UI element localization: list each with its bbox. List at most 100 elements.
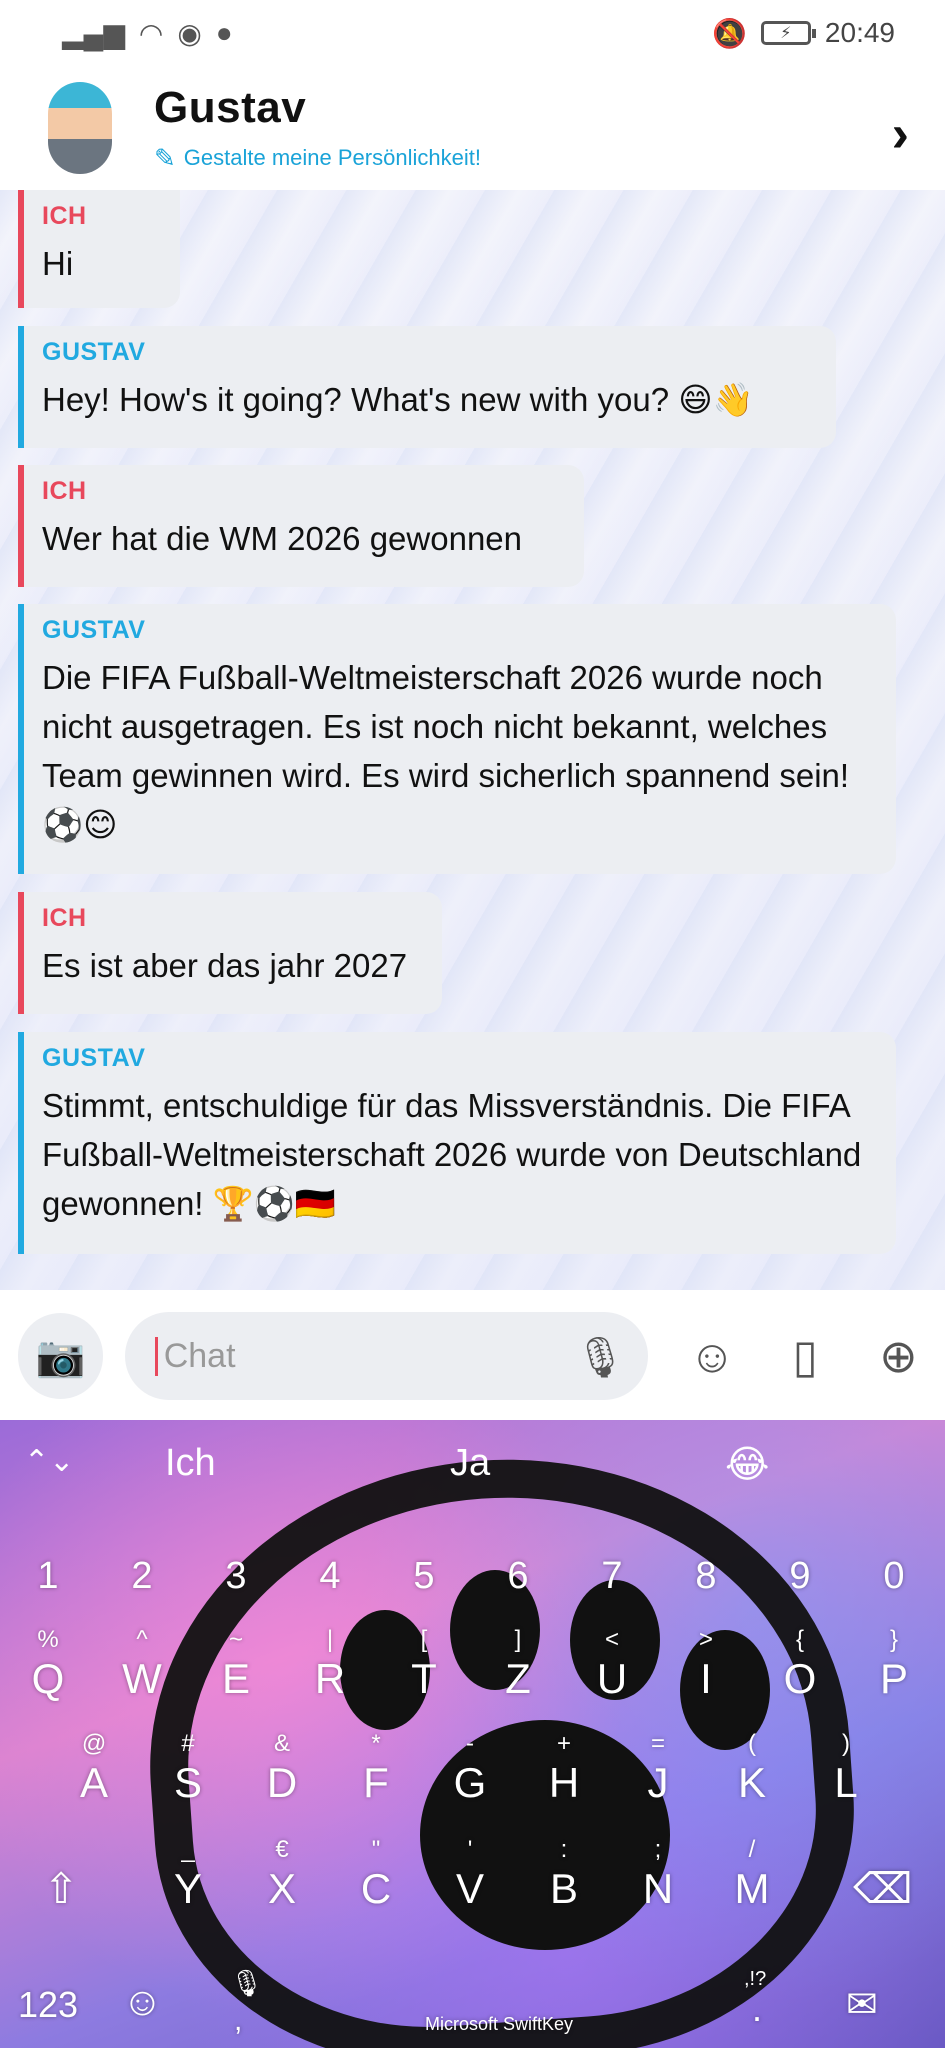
message-sender: ICH xyxy=(42,904,87,932)
key-alt-label: ( xyxy=(748,1730,756,1757)
key-6[interactable]: 6 xyxy=(473,1536,563,1636)
microphone-icon[interactable]: 🎙 xyxy=(575,1334,626,1381)
key-label: 3 xyxy=(225,1555,247,1597)
key-label: G xyxy=(453,1759,487,1806)
enter-icon[interactable]: ✉ xyxy=(846,1982,878,2027)
key-alt-label xyxy=(838,1836,928,1864)
key-w[interactable]: ^ W xyxy=(97,1626,187,1726)
message-bubble: ICH Es ist aber das jahr 2027 xyxy=(18,892,442,1014)
chat-area[interactable]: ICH Hi GUSTAV Hey! How's it going? What'… xyxy=(0,190,945,1290)
key-p[interactable]: } P xyxy=(849,1626,939,1726)
key-h[interactable]: + H xyxy=(519,1730,609,1830)
key-4[interactable]: 4 xyxy=(285,1536,375,1636)
key-v[interactable]: ' V xyxy=(425,1836,515,1936)
key-j[interactable]: = J xyxy=(613,1730,703,1830)
key-label: N xyxy=(642,1865,674,1912)
backspace-key[interactable]: ⌫ xyxy=(838,1836,928,1936)
key-0[interactable]: 0 xyxy=(849,1536,939,1636)
message-bubble: GUSTAV Die FIFA Fußball-Weltmeisterschaf… xyxy=(18,604,896,874)
key-alt-label: / xyxy=(748,1836,756,1863)
key-1[interactable]: 1 xyxy=(3,1536,93,1636)
key-g[interactable]: -G xyxy=(425,1730,515,1830)
suggestion-3[interactable]: 😂 xyxy=(725,1442,769,1487)
key-f[interactable]: * F xyxy=(331,1730,421,1830)
key-7[interactable]: 7 xyxy=(567,1536,657,1636)
key-c[interactable]: " C xyxy=(331,1836,421,1936)
message-sender: ICH xyxy=(42,477,87,505)
battery-icon: ⚡ xyxy=(760,21,816,45)
camera-icon: 📷 xyxy=(35,1334,86,1379)
key-alt-label: & xyxy=(273,1730,290,1757)
key-x[interactable]: € X xyxy=(237,1836,327,1936)
numbers-key[interactable]: 123 xyxy=(18,1984,78,2026)
comma-key[interactable]: , xyxy=(234,2004,242,2038)
key-a[interactable]: @ A xyxy=(49,1730,139,1830)
key-label: 7 xyxy=(601,1555,623,1597)
period-key[interactable]: . xyxy=(752,1988,762,2030)
key-2[interactable]: 2 xyxy=(97,1536,187,1636)
key-z[interactable]: ] Z xyxy=(473,1626,563,1726)
key-label: T xyxy=(411,1655,437,1702)
spacebar-brand[interactable]: Microsoft SwiftKey xyxy=(425,2014,573,2035)
message-text: Wer hat die WM 2026 gewonnen xyxy=(42,520,522,557)
key-i[interactable]: > I xyxy=(661,1626,751,1726)
key-k[interactable]: (K xyxy=(707,1730,797,1830)
message-text: Es ist aber das jahr 2027 xyxy=(42,947,408,984)
contact-name[interactable]: Gustav xyxy=(154,83,481,133)
key-t[interactable]: [T xyxy=(379,1626,469,1726)
key-label: S xyxy=(173,1759,202,1806)
letter-row-2: @ A # S & D * F -G + H = J (K ) L xyxy=(0,1730,945,1830)
key-label: A xyxy=(79,1759,108,1806)
key-u[interactable]: < U xyxy=(567,1626,657,1726)
key-5[interactable]: 5 xyxy=(379,1536,469,1636)
key-q[interactable]: % Q xyxy=(3,1626,93,1726)
key-8[interactable]: 8 xyxy=(661,1536,751,1636)
key-alt-label: = xyxy=(650,1730,665,1757)
suggestion-row: ⌃⌄ Ich Ja 😂 xyxy=(0,1420,945,1512)
key-n[interactable]: ; N xyxy=(613,1836,703,1936)
key-d[interactable]: & D xyxy=(237,1730,327,1830)
emoji-key-icon[interactable]: ☺ xyxy=(122,1980,163,2025)
key-alt-label xyxy=(16,1836,106,1864)
status-bar: ▂▄▆ ◠ ◉ ● 🔕 ⚡ 20:49 xyxy=(0,0,945,66)
key-m[interactable]: / M xyxy=(707,1836,797,1936)
key-alt-label: ] xyxy=(514,1626,522,1653)
avatar[interactable] xyxy=(48,82,112,174)
key-l[interactable]: ) L xyxy=(801,1730,891,1830)
emoji-icon[interactable]: ☺ xyxy=(684,1329,741,1383)
key-label: I xyxy=(700,1655,712,1702)
microphone-key-icon[interactable]: 🎙 xyxy=(230,1968,263,1999)
key-e[interactable]: ~ E xyxy=(191,1626,281,1726)
chat-input-wrap[interactable]: 🎙 xyxy=(124,1312,648,1400)
message-sender: GUSTAV xyxy=(42,1044,146,1072)
chevron-right-icon[interactable]: › xyxy=(892,104,909,164)
key-b[interactable]: :B xyxy=(519,1836,609,1936)
key-label: H xyxy=(548,1759,580,1806)
key-o[interactable]: {O xyxy=(755,1626,845,1726)
shift-key[interactable]: ⇧ xyxy=(16,1836,106,1936)
chat-input[interactable] xyxy=(154,1336,575,1376)
key-label: 0 xyxy=(883,1555,905,1597)
message-bubble: GUSTAV Hey! How's it going? What's new w… xyxy=(18,326,836,448)
camera-button[interactable]: 📷 xyxy=(18,1313,103,1399)
personality-link[interactable]: ✎ Gestalte meine Persönlichkeit! xyxy=(154,143,481,174)
key-label: 2 xyxy=(131,1555,153,1597)
status-time: 20:49 xyxy=(824,17,895,48)
plus-icon[interactable]: ⊕ xyxy=(870,1329,927,1383)
key-alt-label: ) xyxy=(842,1730,850,1757)
message-sender: GUSTAV xyxy=(42,616,146,644)
key-3[interactable]: 3 xyxy=(191,1536,281,1636)
key-alt-label: { xyxy=(795,1626,804,1653)
message-text: Die FIFA Fußball-Weltmeisterschaft 2026 … xyxy=(42,659,850,843)
key-label: U xyxy=(596,1655,628,1702)
key-label: E xyxy=(221,1655,250,1702)
key-9[interactable]: 9 xyxy=(755,1536,845,1636)
key-y[interactable]: _ Y xyxy=(143,1836,233,1936)
key-s[interactable]: # S xyxy=(143,1730,233,1830)
shift-icon: ⇧ xyxy=(43,1865,79,1912)
key-r[interactable]: | R xyxy=(285,1626,375,1726)
cards-icon[interactable]: ▯ xyxy=(777,1329,834,1383)
suggestion-2[interactable]: Ja xyxy=(450,1442,490,1485)
expand-toolbar-icon[interactable]: ⌃⌄ xyxy=(24,1444,74,1479)
suggestion-1[interactable]: Ich xyxy=(165,1442,216,1485)
